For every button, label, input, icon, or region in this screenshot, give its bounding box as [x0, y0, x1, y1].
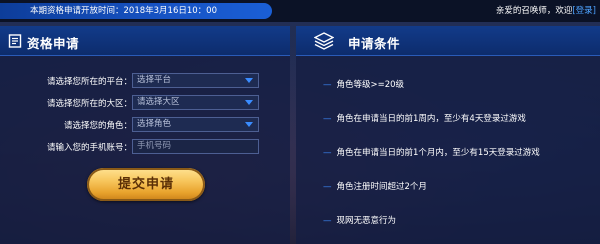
- condition-text: 角色在申请当日的前1周内，至少有4天登录过游戏: [336, 114, 526, 124]
- greeting-area: 亲爱的召唤师，欢迎[登录]: [496, 3, 596, 19]
- phone-row: 请输入您的手机账号： 手机号码: [0, 139, 290, 155]
- region-select-value: 请选择大区: [137, 97, 180, 107]
- condition-text: 角色等级>=20级: [336, 80, 405, 90]
- role-row: 请选择您的角色： 选择角色: [0, 117, 290, 133]
- phone-label: 请输入您的手机账号：: [46, 143, 132, 153]
- phone-input[interactable]: 手机号码: [132, 139, 259, 154]
- document-icon: [8, 34, 22, 48]
- condition-item: — 角色等级>=20级: [323, 78, 404, 90]
- conditions-panel-title: 申请条件: [348, 36, 401, 51]
- condition-item: — 角色在申请当日的前1周内，至少有4天登录过游戏: [323, 112, 526, 124]
- condition-item: — 角色注册时间超过2个月: [323, 180, 427, 192]
- phone-input-placeholder: 手机号码: [137, 141, 172, 151]
- condition-text: 角色注册时间超过2个月: [336, 182, 427, 192]
- dash-marker: —: [323, 114, 332, 124]
- apply-panel: 资格申请 请选择您所在的平台： 选择平台 请选择您所在的大区： 请选择大区 请选…: [0, 26, 290, 244]
- apply-panel-header: 资格申请: [0, 26, 290, 56]
- dash-marker: —: [323, 182, 332, 192]
- condition-text: 角色在申请当日的前1个月内，至少有15天登录过游戏: [336, 148, 540, 158]
- dash-marker: —: [323, 216, 332, 226]
- condition-item: — 现网无恶意行为: [323, 214, 396, 226]
- region-label: 请选择您所在的大区：: [46, 99, 132, 109]
- role-select[interactable]: 选择角色: [132, 117, 259, 132]
- dash-marker: —: [323, 80, 332, 90]
- platform-select-value: 选择平台: [137, 75, 172, 85]
- login-link[interactable]: 登录: [576, 6, 593, 16]
- role-label: 请选择您的角色：: [63, 121, 132, 131]
- dash-marker: —: [323, 148, 332, 158]
- condition-text: 现网无恶意行为: [336, 216, 397, 226]
- chevron-down-icon: [245, 122, 253, 127]
- login-bracket-close[interactable]: ]: [593, 6, 596, 16]
- apply-panel-title: 资格申请: [27, 36, 80, 51]
- greeting-text: 亲爱的召唤师，欢迎: [495, 6, 573, 16]
- platform-label: 请选择您所在的平台：: [46, 77, 132, 87]
- role-select-value: 选择角色: [137, 119, 172, 129]
- open-time-notice: 本期资格申请开放时间：2018年3月16日10：00: [0, 3, 272, 19]
- chevron-down-icon: [245, 78, 253, 83]
- conditions-panel-header: 申请条件: [296, 26, 600, 56]
- chevron-down-icon: [245, 100, 253, 105]
- top-bar: 本期资格申请开放时间：2018年3月16日10：00 亲爱的召唤师，欢迎[登录]: [0, 0, 600, 22]
- submit-application-button[interactable]: 提交申请: [87, 168, 205, 201]
- layers-icon: [314, 32, 334, 50]
- region-row: 请选择您所在的大区： 请选择大区: [0, 95, 290, 111]
- region-select[interactable]: 请选择大区: [132, 95, 259, 110]
- platform-row: 请选择您所在的平台： 选择平台: [0, 73, 290, 89]
- platform-select[interactable]: 选择平台: [132, 73, 259, 88]
- condition-item: — 角色在申请当日的前1个月内，至少有15天登录过游戏: [323, 146, 540, 158]
- conditions-panel: 申请条件 — 角色等级>=20级 — 角色在申请当日的前1周内，至少有4天登录过游戏…: [296, 26, 600, 244]
